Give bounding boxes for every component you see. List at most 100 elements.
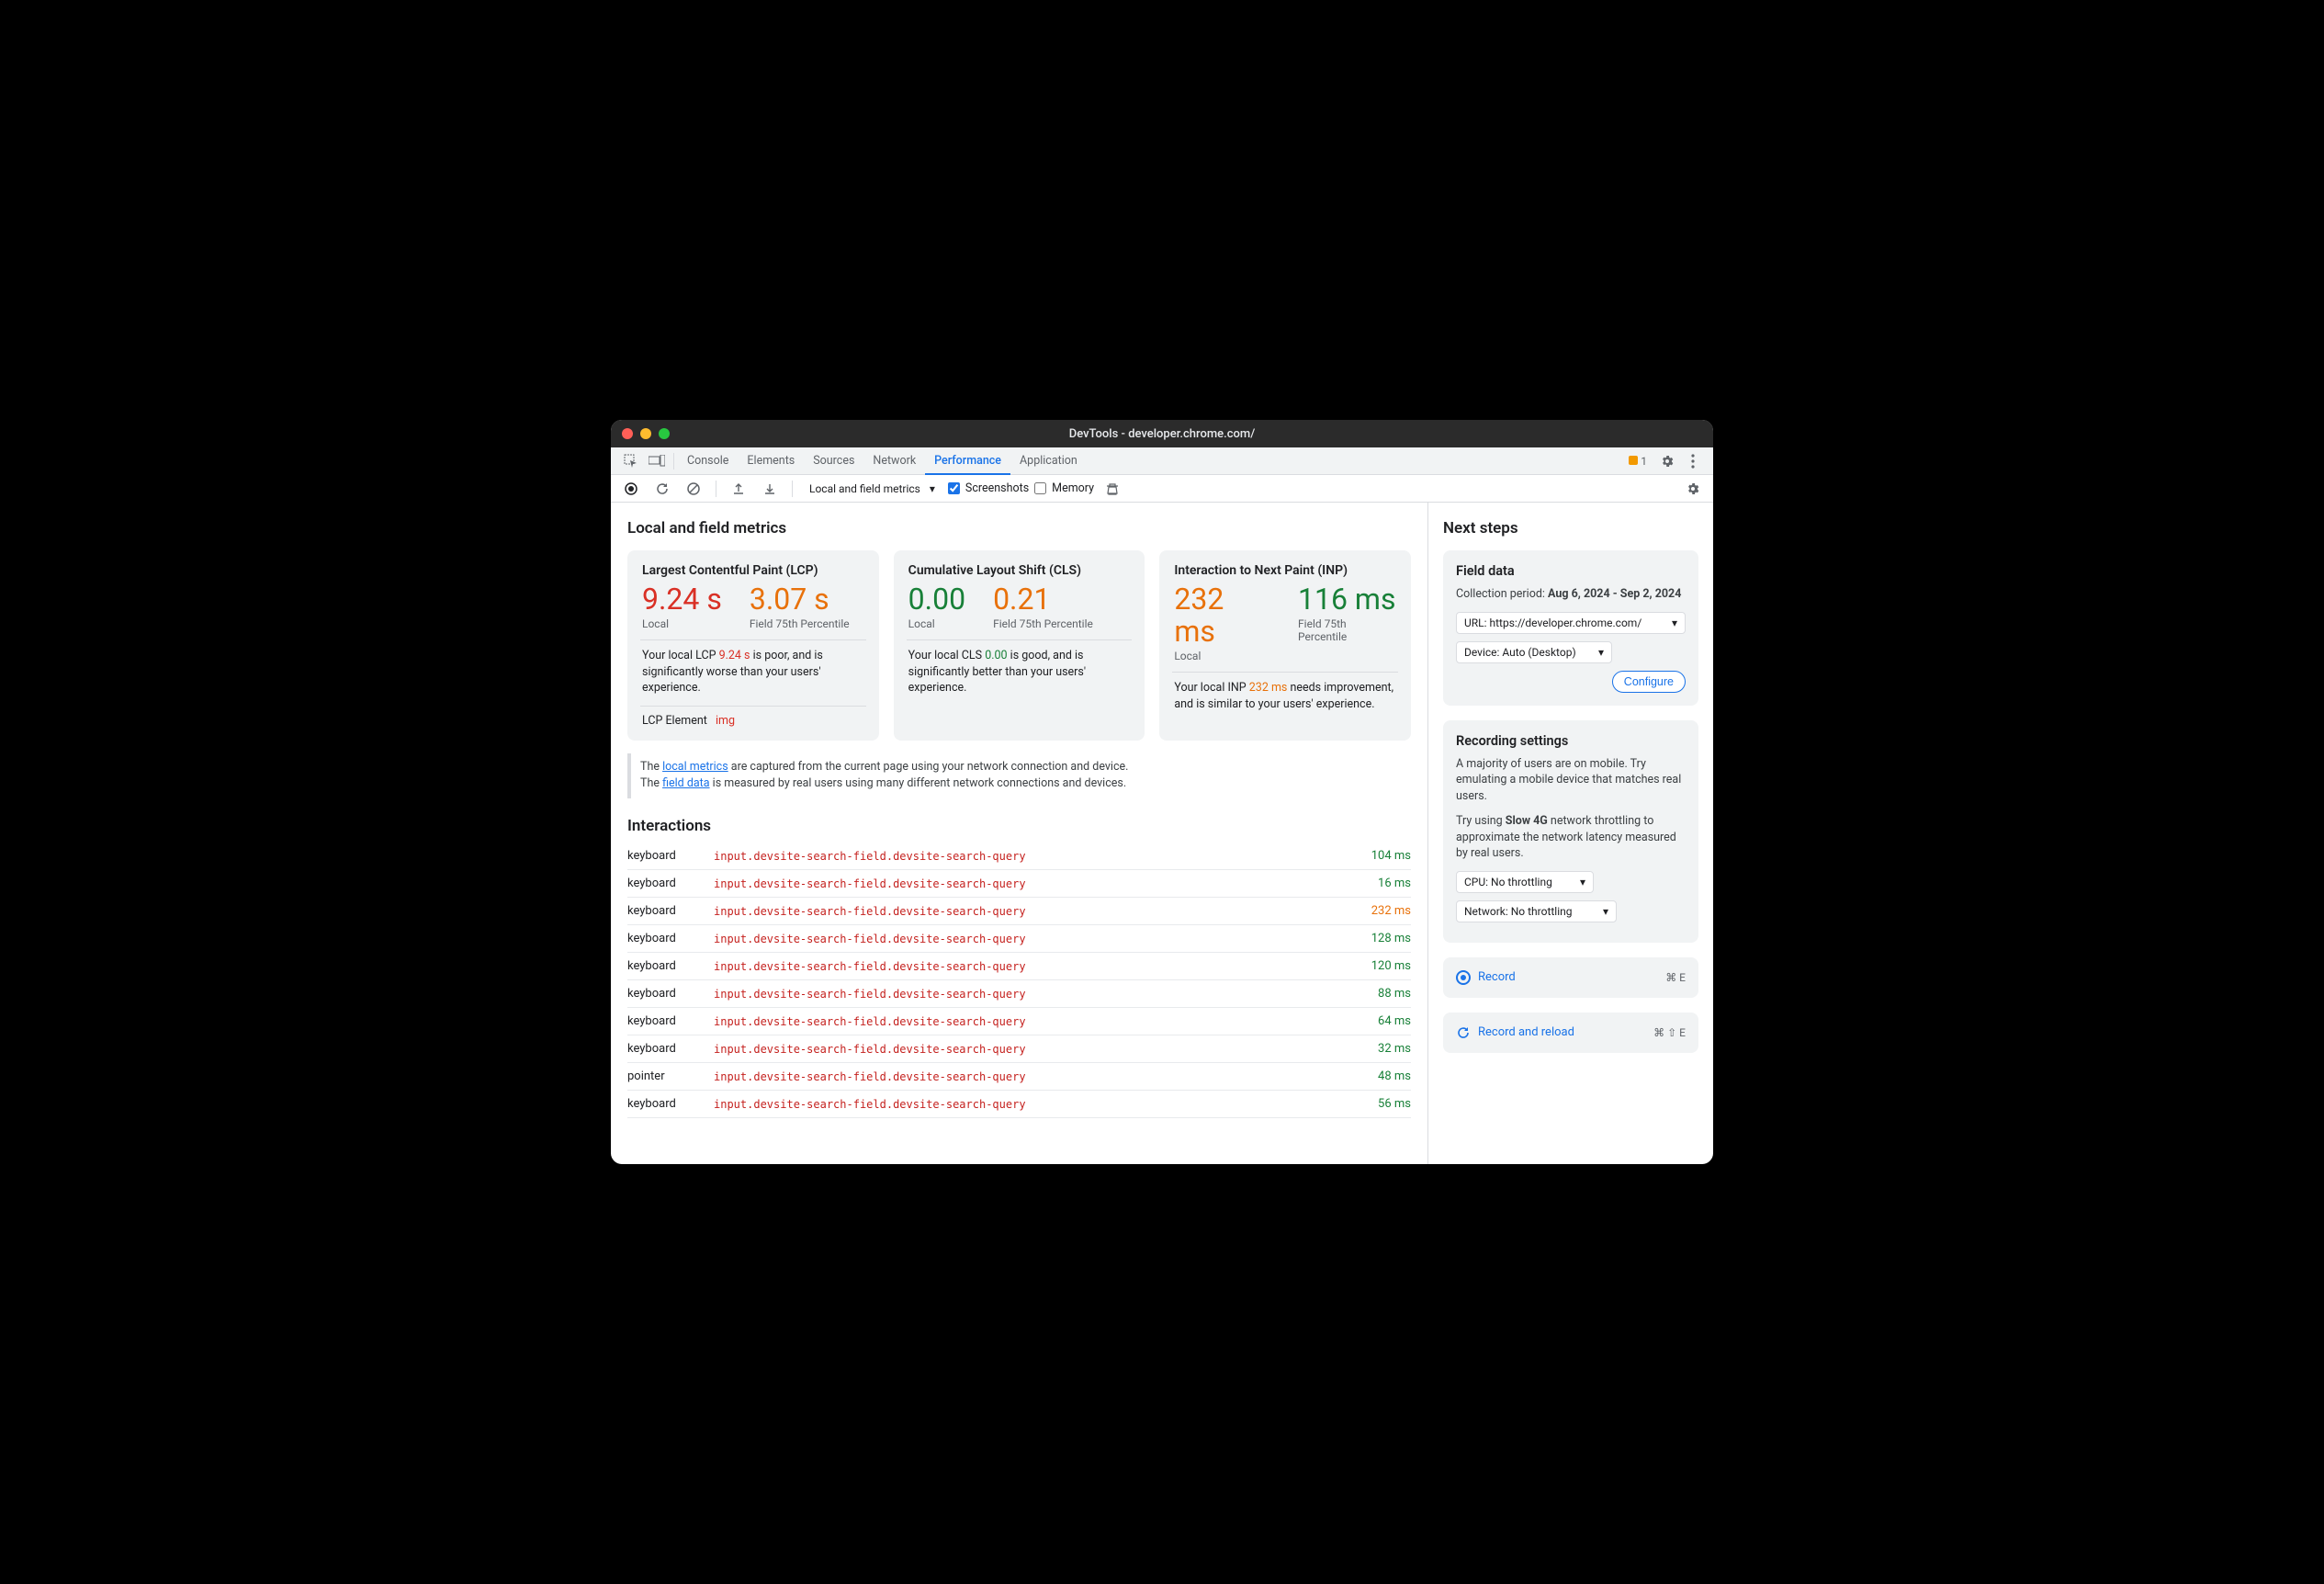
- field-data-link[interactable]: field data: [662, 776, 709, 790]
- interaction-type: pointer: [627, 1069, 714, 1083]
- more-menu-icon[interactable]: [1680, 448, 1706, 474]
- interaction-row[interactable]: keyboard input.devsite-search-field.devs…: [627, 843, 1411, 870]
- interaction-row[interactable]: keyboard input.devsite-search-field.devs…: [627, 980, 1411, 1008]
- metrics-heading: Local and field metrics: [627, 519, 1411, 537]
- configure-button[interactable]: Configure: [1612, 671, 1686, 693]
- main-tabs-row: ConsoleElementsSourcesNetworkPerformance…: [611, 447, 1713, 475]
- metric-description: Your local LCP 9.24 s is poor, and is si…: [642, 648, 864, 696]
- interaction-selector: input.devsite-search-field.devsite-searc…: [714, 933, 1347, 945]
- record-shortcut: ⌘ E: [1665, 971, 1686, 984]
- tab-elements[interactable]: Elements: [738, 447, 804, 475]
- url-select[interactable]: URL: https://developer.chrome.com/ ▾: [1456, 612, 1686, 634]
- interaction-time: 64 ms: [1347, 1014, 1411, 1028]
- interaction-type: keyboard: [627, 877, 714, 890]
- garbage-collect-icon[interactable]: [1100, 476, 1125, 502]
- interaction-row[interactable]: keyboard input.devsite-search-field.devs…: [627, 1008, 1411, 1035]
- metric-local-label: Local: [1174, 650, 1270, 662]
- interaction-selector: input.devsite-search-field.devsite-searc…: [714, 988, 1347, 1001]
- memory-label: Memory: [1052, 481, 1094, 495]
- screenshots-label: Screenshots: [965, 481, 1029, 495]
- metric-local-value: 9.24 s: [642, 583, 722, 616]
- interaction-time: 48 ms: [1347, 1069, 1411, 1083]
- interaction-row[interactable]: keyboard input.devsite-search-field.devs…: [627, 953, 1411, 980]
- interaction-row[interactable]: keyboard input.devsite-search-field.devs…: [627, 898, 1411, 925]
- metric-field-label: Field 75th Percentile: [993, 617, 1093, 630]
- performance-toolbar: Local and field metrics ▾ Screenshots Me…: [611, 475, 1713, 503]
- memory-checkbox-input[interactable]: [1034, 482, 1046, 494]
- interaction-selector: input.devsite-search-field.devsite-searc…: [714, 1070, 1347, 1083]
- local-metrics-link[interactable]: local metrics: [662, 760, 728, 774]
- cpu-throttling-select[interactable]: CPU: No throttling ▾: [1456, 871, 1594, 893]
- device-select[interactable]: Device: Auto (Desktop) ▾: [1456, 641, 1612, 663]
- recording-settings-card: Recording settings A majority of users a…: [1443, 720, 1698, 943]
- interaction-selector: input.devsite-search-field.devsite-searc…: [714, 1043, 1347, 1056]
- interaction-time: 88 ms: [1347, 987, 1411, 1001]
- tab-performance[interactable]: Performance: [925, 447, 1010, 475]
- main-panel: Local and field metrics Largest Contentf…: [611, 503, 1428, 1164]
- recording-settings-p1: A majority of users are on mobile. Try e…: [1456, 756, 1686, 805]
- interaction-row[interactable]: keyboard input.devsite-search-field.devs…: [627, 1035, 1411, 1063]
- record-reload-card[interactable]: Record and reload ⌘ ⇧ E: [1443, 1013, 1698, 1053]
- upload-icon[interactable]: [726, 476, 751, 502]
- interaction-time: 104 ms: [1347, 849, 1411, 863]
- tab-console[interactable]: Console: [678, 447, 738, 475]
- screenshots-checkbox[interactable]: Screenshots: [948, 481, 1029, 495]
- capture-settings-icon[interactable]: [1680, 476, 1706, 502]
- lcp-element-tag: img: [716, 714, 735, 728]
- metric-local-value: 0.00: [908, 583, 965, 616]
- metric-card: Largest Contentful Paint (LCP) 9.24 s Lo…: [627, 550, 879, 741]
- metric-field-value: 116 ms: [1298, 583, 1396, 616]
- metric-local-label: Local: [642, 617, 722, 630]
- minimize-window-button[interactable]: [640, 428, 651, 439]
- record-reload-label: Record and reload: [1478, 1025, 1574, 1039]
- interaction-row[interactable]: keyboard input.devsite-search-field.devs…: [627, 870, 1411, 898]
- zoom-window-button[interactable]: [659, 428, 670, 439]
- recording-settings-title: Recording settings: [1456, 733, 1686, 749]
- device-toolbar-icon[interactable]: [644, 448, 670, 474]
- collection-period: Collection period: Aug 6, 2024 - Sep 2, …: [1456, 586, 1686, 603]
- interaction-row[interactable]: keyboard input.devsite-search-field.devs…: [627, 925, 1411, 953]
- device-select-label: Device: Auto (Desktop): [1464, 646, 1576, 659]
- metrics-mode-label: Local and field metrics: [809, 482, 920, 495]
- record-reload-shortcut: ⌘ ⇧ E: [1653, 1026, 1686, 1039]
- reload-record-icon[interactable]: [649, 476, 675, 502]
- interaction-time: 56 ms: [1347, 1097, 1411, 1111]
- metric-field-label: Field 75th Percentile: [1298, 617, 1396, 643]
- interaction-row[interactable]: pointer input.devsite-search-field.devsi…: [627, 1063, 1411, 1091]
- clear-icon[interactable]: [681, 476, 706, 502]
- reload-icon: [1456, 1025, 1471, 1040]
- issues-indicator[interactable]: 1: [1629, 455, 1647, 468]
- tab-network[interactable]: Network: [863, 447, 925, 475]
- record-icon[interactable]: [618, 476, 644, 502]
- chevron-down-icon: ▾: [1672, 617, 1677, 629]
- inspect-element-icon[interactable]: [618, 448, 644, 474]
- metric-card: Interaction to Next Paint (INP) 232 ms L…: [1159, 550, 1411, 741]
- interaction-type: keyboard: [627, 904, 714, 918]
- interaction-time: 16 ms: [1347, 877, 1411, 890]
- cpu-select-label: CPU: No throttling: [1464, 876, 1552, 888]
- download-icon[interactable]: [757, 476, 783, 502]
- lcp-element-row[interactable]: LCP Element img: [642, 714, 864, 728]
- memory-checkbox[interactable]: Memory: [1034, 481, 1094, 495]
- info-box: The local metrics are captured from the …: [627, 753, 1411, 799]
- metrics-mode-select[interactable]: Local and field metrics ▾: [802, 479, 942, 499]
- metric-description: Your local CLS 0.00 is good, and is sign…: [908, 648, 1131, 696]
- network-throttling-select[interactable]: Network: No throttling ▾: [1456, 900, 1617, 922]
- metric-title: Cumulative Layout Shift (CLS): [908, 563, 1131, 578]
- settings-icon[interactable]: [1654, 448, 1680, 474]
- side-panel: Next steps Field data Collection period:…: [1428, 503, 1713, 1164]
- interaction-type: keyboard: [627, 1042, 714, 1056]
- record-card[interactable]: Record ⌘ E: [1443, 957, 1698, 998]
- tab-application[interactable]: Application: [1010, 447, 1087, 475]
- interaction-selector: input.devsite-search-field.devsite-searc…: [714, 1015, 1347, 1028]
- interaction-row[interactable]: keyboard input.devsite-search-field.devs…: [627, 1091, 1411, 1118]
- content-area: Local and field metrics Largest Contentf…: [611, 503, 1713, 1164]
- screenshots-checkbox-input[interactable]: [948, 482, 960, 494]
- metric-title: Largest Contentful Paint (LCP): [642, 563, 864, 578]
- interaction-time: 128 ms: [1347, 932, 1411, 945]
- close-window-button[interactable]: [622, 428, 633, 439]
- interaction-time: 232 ms: [1347, 904, 1411, 918]
- tab-sources[interactable]: Sources: [804, 447, 863, 475]
- metrics-row: Largest Contentful Paint (LCP) 9.24 s Lo…: [627, 550, 1411, 741]
- chevron-down-icon: ▾: [930, 482, 935, 495]
